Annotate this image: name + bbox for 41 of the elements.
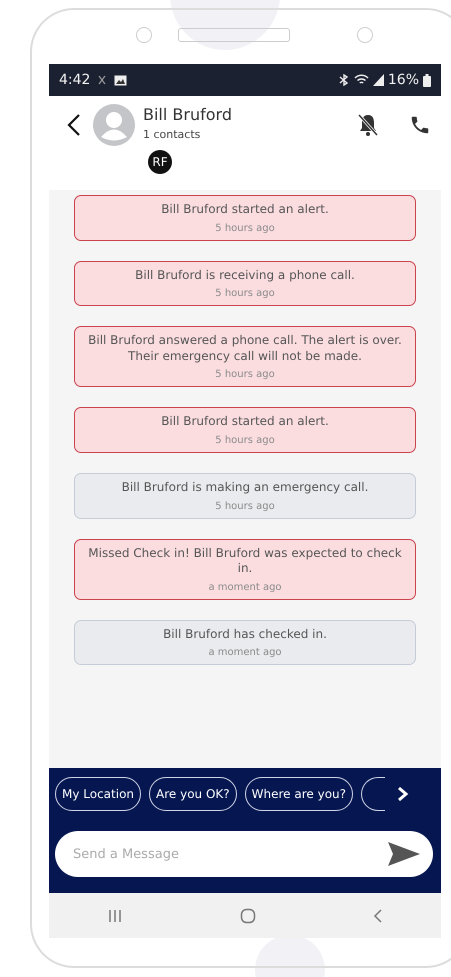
status-time: 4:42 — [59, 70, 90, 90]
message-time: 5 hours ago — [214, 368, 276, 382]
speaker-icon — [178, 28, 290, 42]
send-icon[interactable] — [387, 841, 421, 867]
missed-call-icon — [98, 74, 106, 86]
muted-bell-icon[interactable] — [357, 113, 379, 137]
initials-badge: RF — [148, 150, 172, 174]
contact-count: 1 contacts — [143, 126, 202, 143]
wifi-icon — [354, 74, 369, 86]
message-time: 5 hours ago — [214, 500, 276, 513]
signal-icon — [372, 74, 384, 86]
back-icon[interactable] — [67, 114, 81, 136]
chevron-right-icon[interactable] — [397, 786, 410, 802]
home-icon[interactable] — [240, 908, 256, 924]
message-time: a moment ago — [207, 580, 283, 594]
battery-percent: 16% — [388, 70, 419, 90]
message-text: Bill Bruford is making an emergency call. — [120, 480, 370, 496]
quick-reply-chip[interactable] — [361, 777, 386, 811]
phone-icon[interactable] — [409, 114, 431, 136]
message-time: 5 hours ago — [214, 434, 276, 447]
bluetooth-icon — [338, 74, 350, 86]
contact-name: Bill Bruford — [143, 104, 232, 126]
recent-apps-icon[interactable] — [107, 908, 124, 924]
quick-reply-chip[interactable]: My Location — [55, 777, 142, 811]
battery-icon — [423, 74, 431, 86]
message-text: Bill Bruford is receiving a phone call. — [134, 268, 356, 284]
quick-reply-chip[interactable]: Where are you? — [244, 777, 354, 811]
message-text: Bill Bruford started an alert. — [160, 202, 330, 218]
message-text: Bill Bruford answered a phone call. The alert is over. Their emergency call will not be made. — [87, 333, 403, 364]
quick-reply-chip[interactable]: Are you OK? — [149, 777, 237, 811]
message-time: 5 hours ago — [214, 222, 276, 235]
message-text: Bill Bruford started an alert. — [160, 414, 330, 430]
message-field[interactable]: Send a Message — [55, 831, 433, 877]
message-text: Missed Check in! Bill Bruford was expected to check in. — [87, 546, 403, 577]
camera-icon — [357, 27, 373, 43]
message-time: 5 hours ago — [214, 287, 276, 300]
avatar-icon — [93, 104, 135, 146]
image-icon — [114, 74, 128, 86]
message-text: Bill Bruford has checked in. — [162, 626, 328, 642]
message-time: a moment ago — [207, 646, 283, 660]
camera-icon — [136, 27, 152, 43]
